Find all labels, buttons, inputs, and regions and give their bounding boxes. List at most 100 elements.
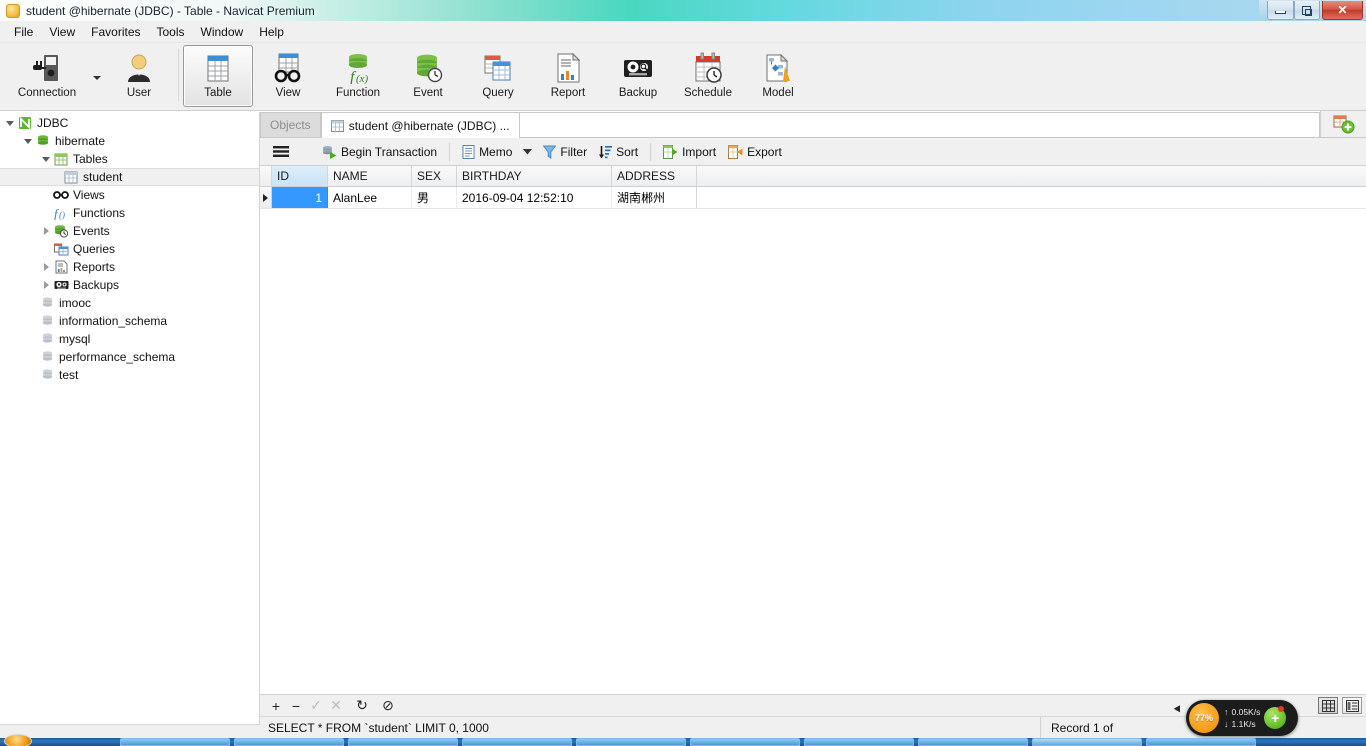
memo-button[interactable]: Memo	[456, 141, 518, 163]
tree-item-tables[interactable]: Tables	[0, 150, 259, 168]
taskbar-item-4[interactable]	[462, 738, 572, 746]
cell-id[interactable]: 1	[272, 187, 328, 208]
menu-item-favorites[interactable]: Favorites	[83, 23, 148, 41]
tree-item-functions[interactable]: f() Functions	[0, 204, 259, 222]
taskbar-item-3[interactable]	[348, 738, 458, 746]
tree-item-backups[interactable]: Backups	[0, 276, 259, 294]
tree-item-mysql[interactable]: mysql	[0, 330, 259, 348]
toolbar-button-function[interactable]: f (x) Function	[323, 45, 393, 107]
menu-item-file[interactable]: File	[6, 23, 41, 41]
taskbar-item-active[interactable]	[1032, 738, 1142, 746]
menu-item-help[interactable]: Help	[251, 23, 292, 41]
taskbar-item-2[interactable]	[234, 738, 344, 746]
toolbar-button-event[interactable]: Event	[393, 45, 463, 107]
start-button[interactable]	[4, 734, 32, 746]
status-record-info: Record 1 of	[1051, 720, 1114, 735]
svg-text:(x): (x)	[356, 73, 369, 84]
import-button[interactable]: Import	[657, 141, 722, 163]
begin-transaction-button[interactable]: Begin Transaction	[316, 141, 443, 163]
grid-menu-button[interactable]	[268, 141, 298, 163]
expand-toggle-tables[interactable]	[40, 156, 52, 162]
tree-item-performance-schema[interactable]: performance_schema	[0, 348, 259, 366]
tree-item-reports[interactable]: Reports	[0, 258, 259, 276]
minimize-button[interactable]	[1267, 1, 1294, 20]
grid-toolbar-separator	[449, 142, 451, 161]
add-record-button[interactable]: +	[266, 697, 286, 715]
form-view-toggle[interactable]	[1342, 697, 1362, 714]
new-tab-button[interactable]	[1320, 111, 1366, 137]
toolbar-button-model[interactable]: Model	[743, 45, 813, 107]
tab-student-table[interactable]: student @hibernate (JDBC) ...	[320, 112, 520, 138]
hide-overlay-button[interactable]: ⯇	[1172, 702, 1182, 718]
toolbar-button-connection[interactable]: Connection	[4, 45, 90, 107]
expand-toggle-hibernate[interactable]	[22, 138, 34, 144]
object-tree-sidebar[interactable]: JDBC hibernate Tables student Views f ()…	[0, 112, 260, 724]
toolbar-button-view[interactable]: View	[253, 45, 323, 107]
memo-dropdown-caret[interactable]	[518, 141, 537, 163]
column-header-address[interactable]: ADDRESS	[612, 166, 697, 186]
column-header-sex[interactable]: SEX	[412, 166, 457, 186]
delete-record-button[interactable]: −	[286, 697, 306, 715]
boost-button[interactable]: +	[1264, 706, 1287, 729]
tab-objects[interactable]: Objects	[260, 112, 321, 137]
stop-button[interactable]: ⊘	[378, 697, 398, 715]
tree-item-test[interactable]: test	[0, 366, 259, 384]
svg-text:(): ()	[59, 210, 65, 220]
close-button[interactable]: ✕	[1322, 1, 1364, 20]
toolbar-button-report[interactable]: Report	[533, 45, 603, 107]
tree-item-jdbc[interactable]: JDBC	[0, 114, 259, 132]
toolbar-button-user[interactable]: User	[104, 45, 174, 107]
cancel-change-button[interactable]: ✕	[326, 697, 346, 715]
table-row[interactable]: 1 AlanLee 男 2016-09-04 12:52:10 湖南郴州	[260, 187, 1366, 209]
refresh-button[interactable]: ↻	[352, 697, 372, 715]
data-grid[interactable]: ID NAME SEX BIRTHDAY ADDRESS 1 AlanLee 男…	[260, 166, 1366, 209]
tree-item-views[interactable]: Views	[0, 186, 259, 204]
tree-item-imooc[interactable]: imooc	[0, 294, 259, 312]
taskbar-item-8[interactable]	[918, 738, 1028, 746]
tree-item-events[interactable]: Events	[0, 222, 259, 240]
tree-item-student[interactable]: student	[0, 168, 259, 186]
restore-button[interactable]	[1293, 1, 1320, 20]
sort-button[interactable]: Sort	[593, 141, 644, 163]
menu-item-tools[interactable]: Tools	[149, 23, 193, 41]
taskbar-item-9[interactable]	[1146, 738, 1256, 746]
expand-toggle-jdbc[interactable]	[4, 120, 16, 126]
tree-label-tables: Tables	[73, 152, 108, 166]
expand-toggle-reports[interactable]	[40, 263, 52, 271]
taskbar-item-6[interactable]	[690, 738, 800, 746]
grid-toolbar-separator-2	[650, 142, 652, 161]
menu-item-window[interactable]: Window	[193, 23, 252, 41]
toolbar-button-schedule[interactable]: Schedule	[673, 45, 743, 107]
tree-item-hibernate[interactable]: hibernate	[0, 132, 259, 150]
column-header-birthday[interactable]: BIRTHDAY	[457, 166, 612, 186]
database-gray-icon	[38, 332, 56, 346]
cell-name[interactable]: AlanLee	[328, 187, 412, 208]
column-header-id[interactable]: ID	[272, 166, 328, 186]
tree-item-information-schema[interactable]: information_schema	[0, 312, 259, 330]
tree-item-queries[interactable]: Queries	[0, 240, 259, 258]
sort-icon	[599, 145, 613, 159]
menu-item-view[interactable]: View	[41, 23, 83, 41]
backup-tape-icon	[622, 51, 654, 85]
cell-birthday[interactable]: 2016-09-04 12:52:10	[457, 187, 612, 208]
connection-dropdown-caret[interactable]	[90, 45, 104, 105]
import-icon	[663, 144, 678, 159]
window-controls: ✕	[1259, 0, 1366, 21]
network-speed-overlay[interactable]: 77% ↑ 0.05K/s ↓ 1.1K/s +	[1186, 700, 1298, 736]
expand-toggle-events[interactable]	[40, 227, 52, 235]
export-button[interactable]: Export	[722, 141, 788, 163]
cell-address[interactable]: 湖南郴州	[612, 187, 697, 208]
cell-sex[interactable]: 男	[412, 187, 457, 208]
toolbar-button-query[interactable]: Query	[463, 45, 533, 107]
filter-button[interactable]: Filter	[537, 141, 593, 163]
expand-toggle-backups[interactable]	[40, 281, 52, 289]
toolbar-button-table[interactable]: Table	[183, 45, 253, 107]
grid-view-toggle[interactable]	[1318, 697, 1338, 714]
apply-change-button[interactable]: ✓	[306, 697, 326, 715]
toolbar-button-backup[interactable]: Backup	[603, 45, 673, 107]
triangle-right-icon	[263, 193, 268, 202]
taskbar-item-1[interactable]	[120, 738, 230, 746]
column-header-name[interactable]: NAME	[328, 166, 412, 186]
taskbar-item-5[interactable]	[576, 738, 686, 746]
taskbar-item-7[interactable]	[804, 738, 914, 746]
